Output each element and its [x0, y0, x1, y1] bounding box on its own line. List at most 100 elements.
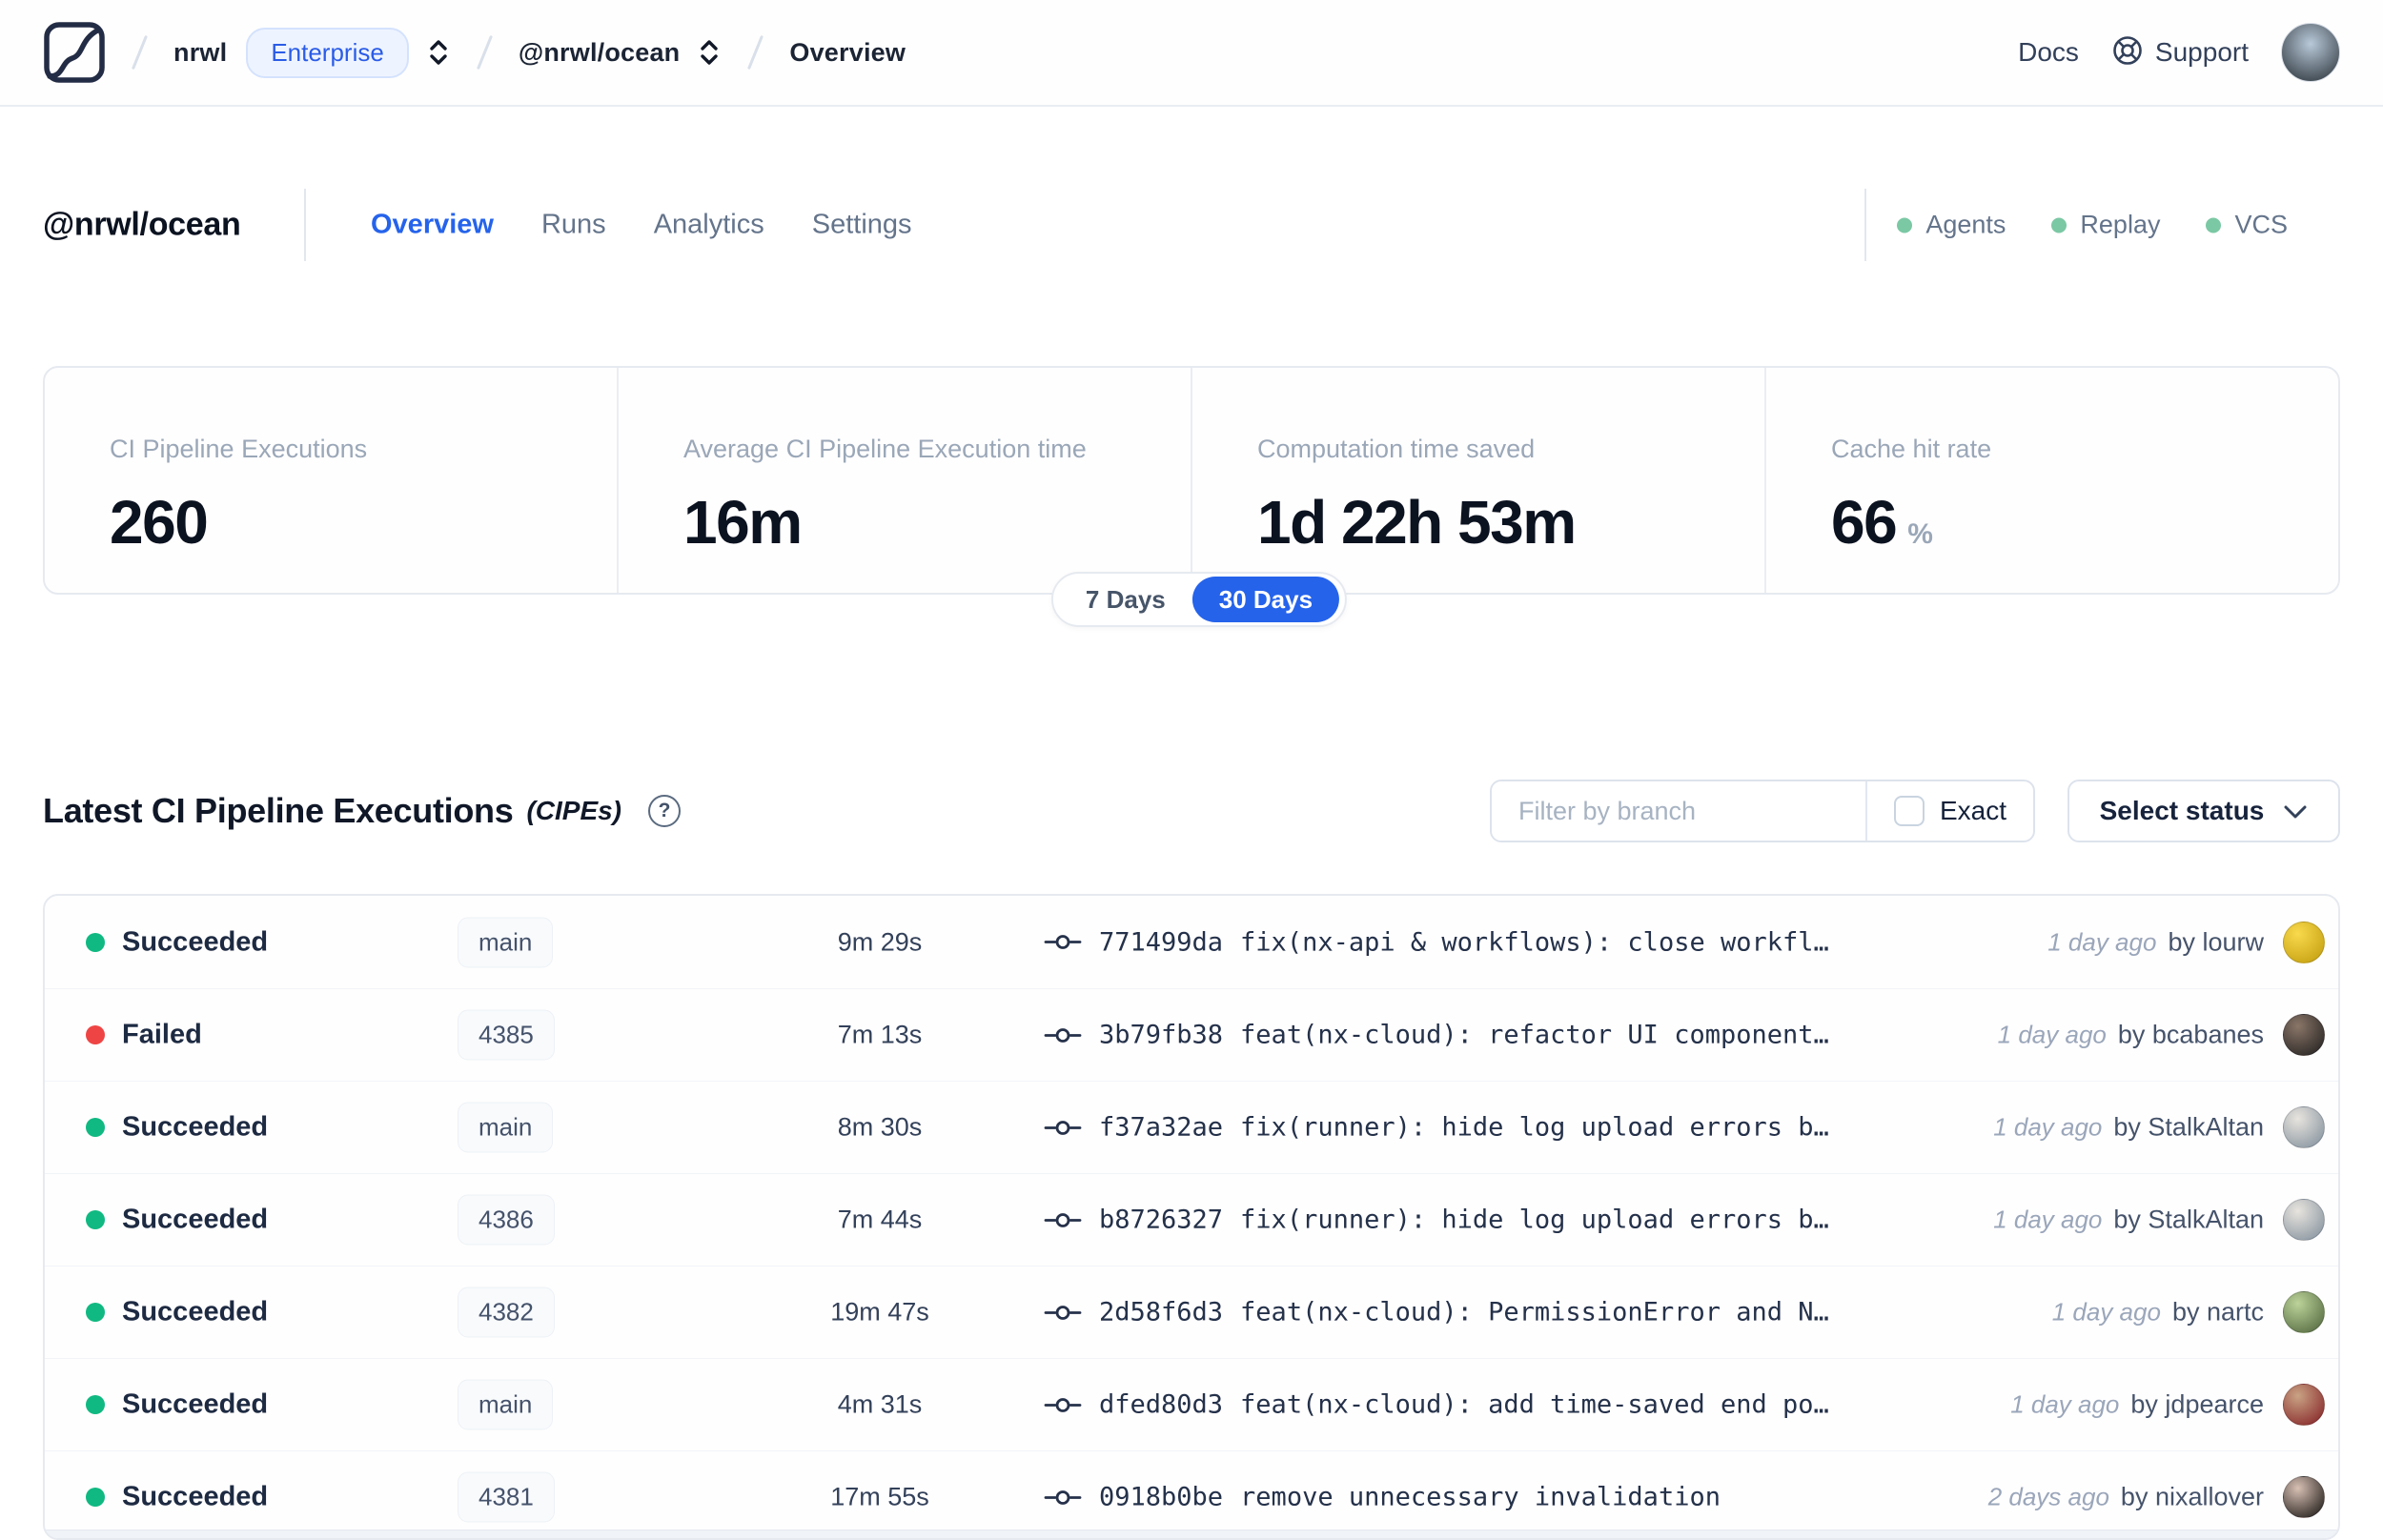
row-author: by nixallover	[2120, 1482, 2264, 1511]
next-row-peek	[45, 1530, 2338, 1538]
service-status-indicators: Agents Replay VCS	[1897, 211, 2288, 240]
status-select-dropdown[interactable]: Select status	[2067, 780, 2340, 842]
tab-runs[interactable]: Runs	[541, 210, 606, 241]
row-duration: 7m 44s	[837, 1205, 923, 1234]
green-status-dot-icon	[2051, 217, 2067, 233]
branch-badge[interactable]: main	[458, 1102, 554, 1153]
range-7-days-button[interactable]: 7 Days	[1059, 585, 1192, 615]
indicator-agents[interactable]: Agents	[1897, 211, 2006, 240]
avatar[interactable]	[2283, 1199, 2325, 1241]
row-meta: 2 days ago by nixallover	[1988, 1483, 2264, 1512]
row-commit[interactable]: b8726327 fix(runner): hide log upload er…	[1044, 1206, 1829, 1235]
user-avatar[interactable]	[2281, 23, 2340, 82]
table-row[interactable]: Succeeded 4386 7m 44s b8726327 fix(runne…	[45, 1173, 2338, 1266]
time-ago: 1 day ago	[2047, 927, 2157, 956]
time-ago: 1 day ago	[1993, 1112, 2103, 1142]
stat-value: 260	[110, 488, 209, 557]
row-author: by lourw	[2168, 927, 2264, 956]
branch-badge[interactable]: main	[458, 917, 554, 967]
indicator-replay[interactable]: Replay	[2051, 211, 2160, 240]
branch-filter-input[interactable]	[1491, 781, 1865, 841]
tab-overview[interactable]: Overview	[371, 210, 494, 241]
cipes-title-suffix: (CIPEs)	[526, 796, 622, 825]
enterprise-badge: Enterprise	[246, 27, 409, 78]
status-dot-icon	[86, 932, 105, 952]
stats-card-row: CI Pipeline Executions 260 Average CI Pi…	[43, 366, 2340, 595]
stat-label: Cache hit rate	[1831, 435, 1992, 463]
branch-badge[interactable]: 4382	[458, 1287, 555, 1338]
support-link[interactable]: Support	[2111, 34, 2249, 71]
tab-analytics[interactable]: Analytics	[654, 210, 764, 241]
commit-message: fix(nx-api & workflows): close workfl…	[1240, 927, 1829, 957]
table-row[interactable]: Succeeded 4382 19m 47s 2d58f6d3 feat(nx-…	[45, 1266, 2338, 1358]
commit-hash[interactable]: f37a32ae	[1099, 1113, 1223, 1143]
row-status: Succeeded	[122, 1111, 269, 1143]
nx-cloud-logo-icon[interactable]	[43, 21, 106, 84]
branch-badge[interactable]: 4381	[458, 1471, 555, 1523]
workspace-bar: @nrwl/ocean Overview Runs Analytics Sett…	[0, 181, 2383, 269]
top-bar: nrwl Enterprise @nrwl/ocean Overview Doc…	[0, 0, 2383, 107]
branch-badge[interactable]: 4385	[458, 1009, 555, 1061]
row-meta: 1 day ago by lourw	[2047, 927, 2264, 957]
avatar[interactable]	[2283, 1476, 2325, 1518]
range-30-days-button[interactable]: 30 Days	[1192, 577, 1340, 622]
row-commit[interactable]: 771499da fix(nx-api & workflows): close …	[1044, 927, 1829, 957]
row-commit[interactable]: 2d58f6d3 feat(nx-cloud): PermissionError…	[1044, 1298, 1829, 1327]
chevron-down-icon	[2283, 796, 2308, 826]
breadcrumb-page: Overview	[789, 37, 906, 67]
workspace-selector-chevron-icon[interactable]	[697, 38, 722, 67]
commit-hash[interactable]: 0918b0be	[1099, 1483, 1223, 1512]
cipes-filters: Exact Select status	[1489, 780, 2340, 842]
branch-badge[interactable]: main	[458, 1379, 554, 1430]
commit-hash[interactable]: dfed80d3	[1099, 1390, 1223, 1420]
row-duration: 19m 47s	[830, 1297, 929, 1327]
commit-hash[interactable]: 2d58f6d3	[1099, 1298, 1223, 1327]
divider	[304, 189, 306, 261]
status-dot-icon	[86, 1488, 105, 1507]
status-dot-icon	[86, 1118, 105, 1137]
row-commit[interactable]: f37a32ae fix(runner): hide log upload er…	[1044, 1113, 1829, 1143]
git-commit-icon	[1044, 1211, 1082, 1228]
help-icon[interactable]: ?	[648, 795, 682, 827]
workspace-title: @nrwl/ocean	[43, 206, 241, 243]
stat-value: 1d 22h 53m	[1257, 488, 1577, 557]
avatar[interactable]	[2283, 1106, 2325, 1148]
exact-checkbox[interactable]	[1893, 796, 1925, 826]
exact-toggle[interactable]: Exact	[1864, 781, 2033, 841]
commit-hash[interactable]: 771499da	[1099, 927, 1223, 957]
tab-settings[interactable]: Settings	[812, 210, 912, 241]
table-row[interactable]: Succeeded 4381 17m 55s 0918b0be remove u…	[45, 1450, 2338, 1538]
exact-label: Exact	[1939, 796, 2006, 825]
stat-label: Average CI Pipeline Execution time	[683, 435, 1087, 463]
workspace-tabs: Overview Runs Analytics Settings	[371, 210, 912, 241]
org-selector-chevron-icon[interactable]	[426, 38, 451, 67]
row-commit[interactable]: dfed80d3 feat(nx-cloud): add time-saved …	[1044, 1390, 1829, 1420]
stat-computation-time-saved: Computation time saved 1d 22h 53m	[1191, 368, 1764, 593]
indicator-vcs[interactable]: VCS	[2206, 211, 2288, 240]
git-commit-icon	[1044, 1026, 1082, 1044]
row-author: by StalkAltan	[2113, 1205, 2264, 1234]
row-commit[interactable]: 0918b0be remove unnecessary invalidation	[1044, 1483, 1721, 1512]
branch-badge[interactable]: 4386	[458, 1194, 555, 1246]
row-commit[interactable]: 3b79fb38 feat(nx-cloud): refactor UI com…	[1044, 1021, 1829, 1050]
commit-hash[interactable]: b8726327	[1099, 1206, 1223, 1235]
date-range-toggle: 7 Days 30 Days	[1050, 572, 1348, 627]
breadcrumb-workspace[interactable]: @nrwl/ocean	[519, 38, 681, 68]
commit-message: feat(nx-cloud): PermissionError and N…	[1240, 1297, 1829, 1327]
docs-link[interactable]: Docs	[2018, 37, 2079, 68]
table-row[interactable]: Failed 4385 7m 13s 3b79fb38 feat(nx-clou…	[45, 988, 2338, 1081]
avatar[interactable]	[2283, 921, 2325, 963]
breadcrumb-slash	[476, 34, 493, 71]
table-row[interactable]: Succeeded main 4m 31s dfed80d3 feat(nx-c…	[45, 1358, 2338, 1450]
avatar[interactable]	[2283, 1384, 2325, 1426]
table-row[interactable]: Succeeded main 8m 30s f37a32ae fix(runne…	[45, 1081, 2338, 1173]
commit-hash[interactable]: 3b79fb38	[1099, 1021, 1223, 1050]
row-status: Succeeded	[122, 926, 269, 957]
breadcrumb-org[interactable]: nrwl	[173, 38, 227, 68]
avatar[interactable]	[2283, 1291, 2325, 1333]
git-commit-icon	[1044, 934, 1082, 951]
git-commit-icon	[1044, 1396, 1082, 1413]
table-row[interactable]: Succeeded main 9m 29s 771499da fix(nx-ap…	[45, 896, 2338, 988]
avatar[interactable]	[2283, 1014, 2325, 1056]
commit-message: fix(runner): hide log upload errors b…	[1240, 1112, 1829, 1143]
